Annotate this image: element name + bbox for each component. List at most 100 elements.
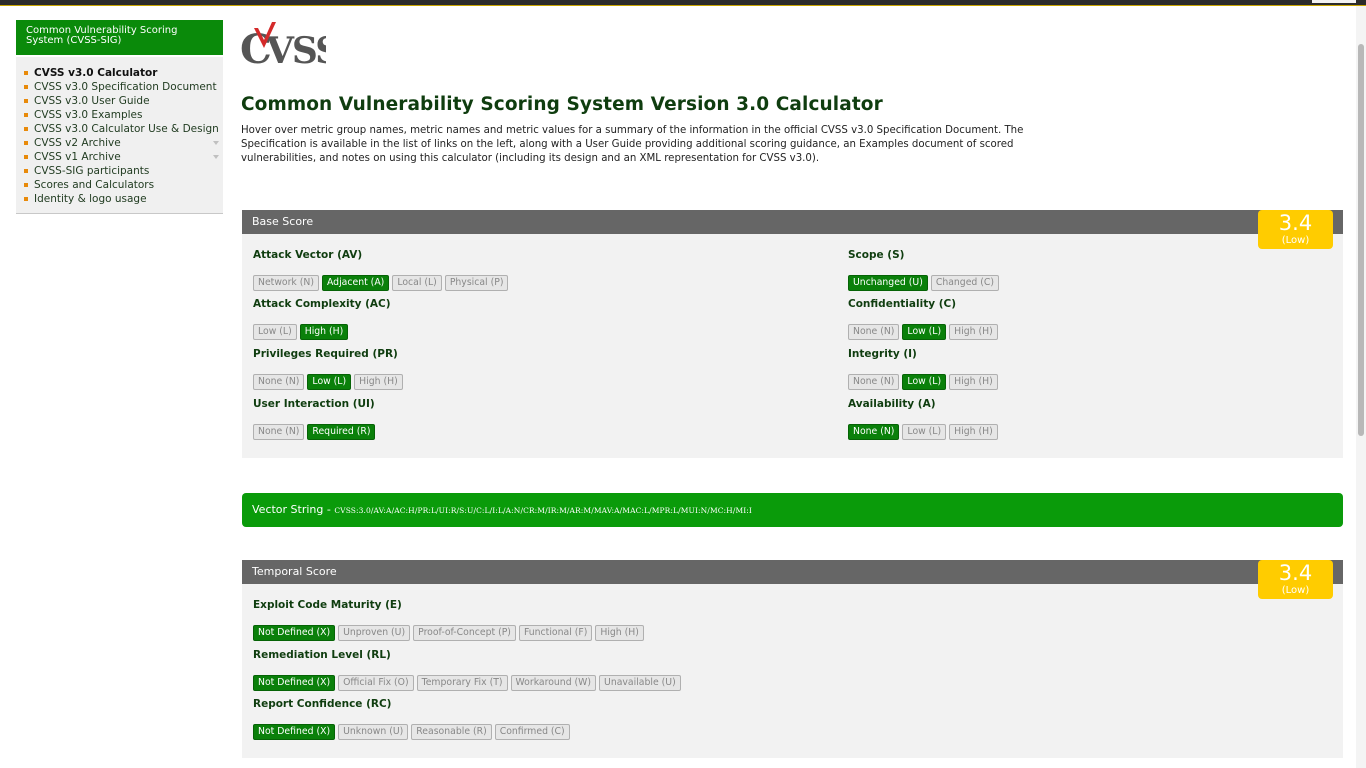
sidebar-item-label: CVSS v1 Archive — [34, 151, 121, 163]
metric-option-button[interactable]: High (H) — [949, 424, 998, 440]
sidebar-item-label: CVSS v3.0 Examples — [34, 109, 143, 121]
sidebar-item-label: Identity & logo usage — [34, 193, 147, 205]
metric-name[interactable]: Remediation Level (RL) — [253, 649, 391, 661]
bullet-icon — [24, 99, 28, 103]
metric-option-button[interactable]: None (N) — [253, 374, 305, 390]
bullet-icon — [24, 113, 28, 117]
sidebar-item-v2-archive[interactable]: CVSS v2 Archive — [16, 136, 223, 150]
svg-text:VSS: VSS — [265, 30, 326, 68]
metric-option-button[interactable]: High (H) — [949, 374, 998, 390]
metric-option-button[interactable]: Low (L) — [307, 374, 352, 390]
sidebar-item-label: CVSS v2 Archive — [34, 137, 121, 149]
metric-option-button[interactable]: Official Fix (O) — [338, 675, 414, 691]
metric-option-button[interactable]: Changed (C) — [930, 275, 1000, 291]
chevron-down-icon[interactable] — [213, 141, 219, 145]
page-title: Common Vulnerability Scoring System Vers… — [241, 94, 883, 115]
vector-string-value[interactable]: CVSS:3.0/AV:A/AC:H/PR:L/UI:R/S:U/C:L/I:L… — [334, 506, 752, 515]
sidebar-item-label: CVSS v3.0 Specification Document — [34, 81, 217, 93]
sidebar-item-v1-archive[interactable]: CVSS v1 Archive — [16, 150, 223, 164]
metric-options: Low (L) High (H) — [253, 319, 351, 340]
sidebar-item-specification[interactable]: CVSS v3.0 Specification Document — [16, 80, 223, 94]
vector-string-label: Vector String - — [252, 503, 335, 516]
sidebar-item-label: CVSS-SIG participants — [34, 165, 150, 177]
metric-name[interactable]: Integrity (I) — [848, 348, 917, 360]
metric-option-button[interactable]: Functional (F) — [518, 625, 593, 641]
metric-name[interactable]: Confidentiality (C) — [848, 298, 956, 310]
sidebar-item-scores-calculators[interactable]: Scores and Calculators — [16, 178, 223, 192]
sidebar: Common Vulnerability Scoring System (CVS… — [16, 20, 223, 214]
metric-name[interactable]: User Interaction (UI) — [253, 398, 375, 410]
metric-option-button[interactable]: None (N) — [253, 424, 305, 440]
metric-name[interactable]: Attack Complexity (AC) — [253, 298, 391, 310]
metric-option-button[interactable]: None (N) — [848, 324, 900, 340]
temporal-score-value: 3.4 — [1278, 561, 1313, 585]
metric-option-button[interactable]: Not Defined (X) — [253, 625, 336, 641]
metric-option-button[interactable]: Low (L) — [902, 374, 947, 390]
metric-options: None (N) Low (L) High (H) — [253, 369, 406, 390]
sidebar-item-examples[interactable]: CVSS v3.0 Examples — [16, 108, 223, 122]
metric-option-button[interactable]: High (H) — [354, 374, 403, 390]
metric-option-button[interactable]: Network (N) — [253, 275, 319, 291]
metric-name[interactable]: Scope (S) — [848, 249, 904, 261]
metric-options: None (N) Low (L) High (H) — [848, 369, 1001, 390]
sidebar-item-identity-logo[interactable]: Identity & logo usage — [16, 192, 223, 206]
bullet-icon — [24, 127, 28, 131]
sidebar-item-calculator-design[interactable]: CVSS v3.0 Calculator Use & Design — [16, 122, 223, 136]
base-score-badge: 3.4 (Low) — [1258, 210, 1333, 249]
vector-string-bar: Vector String - CVSS:3.0/AV:A/AC:H/PR:L/… — [242, 493, 1343, 527]
metric-option-button[interactable]: Unchanged (U) — [848, 275, 928, 291]
base-score-header[interactable]: Base Score — [242, 210, 1343, 234]
metric-name[interactable]: Report Confidence (RC) — [253, 698, 391, 710]
bullet-icon — [24, 183, 28, 187]
metric-option-button[interactable]: Confirmed (C) — [494, 724, 570, 740]
metric-option-button[interactable]: Temporary Fix (T) — [416, 675, 508, 691]
scrollbar-thumb[interactable] — [1358, 44, 1364, 436]
metric-option-button[interactable]: None (N) — [848, 424, 900, 440]
chevron-down-icon[interactable] — [213, 155, 219, 159]
sidebar-item-participants[interactable]: CVSS-SIG participants — [16, 164, 223, 178]
base-score-panel: Base Score 3.4 (Low) Attack Vector (AV) … — [242, 210, 1343, 458]
temporal-score-header[interactable]: Temporal Score — [242, 560, 1343, 584]
metric-options: Unchanged (U) Changed (C) — [848, 270, 1002, 291]
metric-option-button[interactable]: High (H) — [595, 625, 644, 641]
metric-name[interactable]: Availability (A) — [848, 398, 936, 410]
metric-option-button[interactable]: High (H) — [299, 324, 349, 340]
metric-option-button[interactable]: Required (R) — [307, 424, 376, 440]
metric-option-button[interactable]: None (N) — [848, 374, 900, 390]
temporal-score-severity: (Low) — [1281, 585, 1310, 596]
metric-option-button[interactable]: Low (L) — [902, 424, 947, 440]
metric-options: None (N) Low (L) High (H) — [848, 419, 1001, 440]
sidebar-item-label: CVSS v3.0 Calculator Use & Design — [34, 123, 219, 135]
sidebar-item-calculator[interactable]: CVSS v3.0 Calculator — [16, 66, 223, 80]
metric-option-button[interactable]: Low (L) — [902, 324, 947, 340]
base-score-value: 3.4 — [1278, 211, 1313, 235]
metric-option-button[interactable]: Unproven (U) — [338, 625, 411, 641]
metric-name[interactable]: Attack Vector (AV) — [253, 249, 362, 261]
temporal-score-panel: Temporal Score 3.4 (Low) Exploit Code Ma… — [242, 560, 1343, 758]
metric-options: Not Defined (X) Unknown (U) Reasonable (R)… — [253, 719, 573, 740]
metric-option-button[interactable]: Unknown (U) — [338, 724, 409, 740]
metric-option-button[interactable]: Low (L) — [253, 324, 297, 340]
bullet-icon — [24, 197, 28, 201]
scrollbar[interactable] — [1356, 6, 1366, 768]
metric-name[interactable]: Exploit Code Maturity (E) — [253, 599, 402, 611]
cvss-logo[interactable]: C VSS — [240, 22, 326, 68]
metric-option-button[interactable]: Local (L) — [392, 275, 442, 291]
metric-option-button[interactable]: Physical (P) — [444, 275, 509, 291]
metric-option-button[interactable]: Adjacent (A) — [321, 275, 390, 291]
bullet-icon — [24, 71, 28, 75]
temporal-score-badge: 3.4 (Low) — [1258, 560, 1333, 599]
metric-option-button[interactable]: Proof-of-Concept (P) — [413, 625, 516, 641]
metric-option-button[interactable]: Not Defined (X) — [253, 724, 336, 740]
sidebar-item-user-guide[interactable]: CVSS v3.0 User Guide — [16, 94, 223, 108]
metric-option-button[interactable]: High (H) — [949, 324, 998, 340]
metric-option-button[interactable]: Not Defined (X) — [253, 675, 336, 691]
metric-name[interactable]: Privileges Required (PR) — [253, 348, 398, 360]
metric-option-button[interactable]: Unavailable (U) — [599, 675, 681, 691]
metric-option-button[interactable]: Reasonable (R) — [411, 724, 492, 740]
metric-option-button[interactable]: Workaround (W) — [510, 675, 597, 691]
bullet-icon — [24, 169, 28, 173]
bullet-icon — [24, 155, 28, 159]
browser-tab[interactable] — [1312, 0, 1356, 3]
sidebar-item-label: Scores and Calculators — [34, 179, 155, 191]
